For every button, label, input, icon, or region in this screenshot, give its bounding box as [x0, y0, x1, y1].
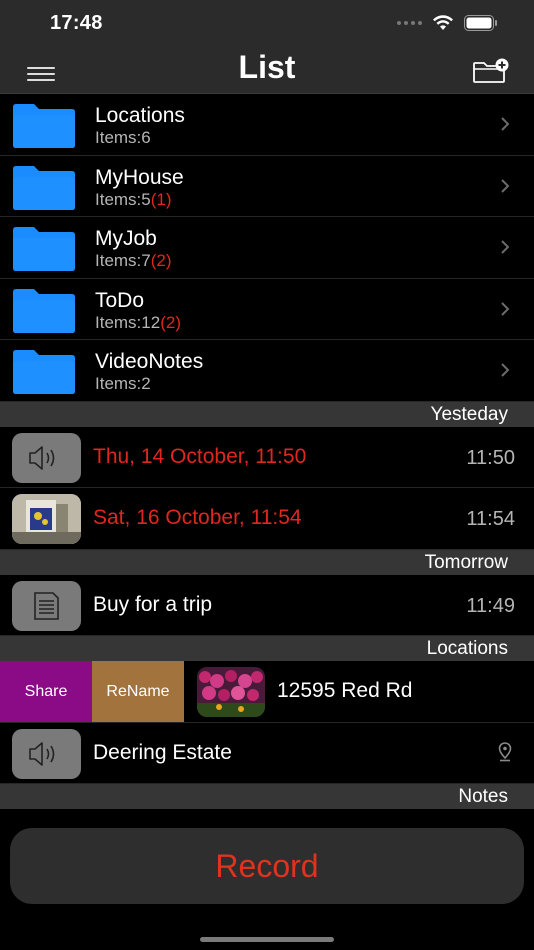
home-indicator [200, 937, 334, 942]
note-title: Buy for a trip [93, 592, 213, 616]
chevron-right-icon [501, 178, 510, 193]
chevron-right-icon [501, 240, 510, 254]
chevron-right-icon [501, 301, 510, 316]
section-header-tomorrow: Tomorrow [0, 549, 534, 575]
folder-name: ToDo [95, 288, 145, 312]
record-area: Record [0, 812, 534, 950]
photo-thumbnail [12, 494, 81, 544]
folder-name: MyHouse [95, 165, 184, 189]
location-row-deering[interactable]: Deering Estate [0, 722, 534, 784]
folder-icon [13, 288, 75, 333]
folder-icon [13, 227, 75, 271]
note-time: 11:54 [466, 508, 515, 530]
chevron-right-icon [501, 363, 510, 377]
page-title: List [238, 49, 296, 85]
folder-count: Items:2 [95, 374, 151, 393]
navigation-bar: List [0, 50, 534, 94]
share-button[interactable]: Share [0, 661, 92, 722]
folder-icon [13, 350, 75, 394]
location-pin-icon [498, 741, 512, 761]
folder-icon [13, 104, 75, 148]
folder-row-locations[interactable]: Locations Items:6 [0, 94, 534, 156]
signal-icon [397, 21, 422, 25]
folder-name: Locations [95, 104, 185, 127]
folder-row-myjob[interactable]: MyJob Items:7(2) [0, 217, 534, 279]
folder-icon [13, 165, 75, 210]
location-title: 12595 Red Rd [277, 679, 413, 702]
folder-row-myhouse[interactable]: MyHouse Items:5(1) [0, 155, 534, 217]
chevron-right-icon [501, 117, 510, 131]
note-row-document[interactable]: Buy for a trip 11:49 [0, 574, 534, 636]
record-button[interactable]: Record [10, 828, 524, 904]
folder-name: MyJob [95, 227, 157, 250]
location-row-swiped[interactable]: Share ReName 12595 Red Rd [0, 661, 534, 723]
add-folder-icon[interactable] [472, 58, 510, 84]
document-icon [12, 580, 81, 631]
note-row-photo[interactable]: Sat, 16 October, 11:54 11:54 [0, 488, 534, 550]
main-list: Locations Items:6 MyHouse Items:5(1) MyJ… [0, 94, 534, 849]
folder-count: Items:7(2) [95, 251, 172, 270]
status-bar: 17:48 [0, 0, 534, 50]
note-title: Thu, 14 October, 11:50 [93, 444, 307, 468]
speaker-icon [12, 728, 81, 779]
battery-icon [464, 15, 497, 31]
folder-row-todo[interactable]: ToDo Items:12(2) [0, 278, 534, 340]
status-indicators [397, 15, 498, 31]
note-time: 11:50 [466, 446, 515, 469]
folder-count: Items:6 [95, 128, 151, 147]
section-header-yesterday: Yesteday [0, 401, 534, 427]
folder-count: Items:5(1) [95, 189, 172, 209]
speaker-icon [12, 432, 81, 483]
flower-photo-thumbnail [197, 667, 265, 717]
status-time: 17:48 [50, 12, 103, 34]
folder-row-videonotes[interactable]: VideoNotes Items:2 [0, 340, 534, 402]
wifi-icon [433, 15, 453, 30]
folder-count: Items:12(2) [95, 312, 181, 332]
note-time: 11:49 [466, 594, 515, 617]
location-title: Deering Estate [93, 740, 232, 764]
folder-name: VideoNotes [95, 350, 204, 373]
note-row-audio[interactable]: Thu, 14 October, 11:50 11:50 [0, 426, 534, 488]
section-header-locations: Locations [0, 636, 534, 661]
note-title: Sat, 16 October, 11:54 [93, 506, 302, 529]
rename-button[interactable]: ReName [92, 661, 184, 722]
section-header-notes: Notes [0, 784, 534, 809]
